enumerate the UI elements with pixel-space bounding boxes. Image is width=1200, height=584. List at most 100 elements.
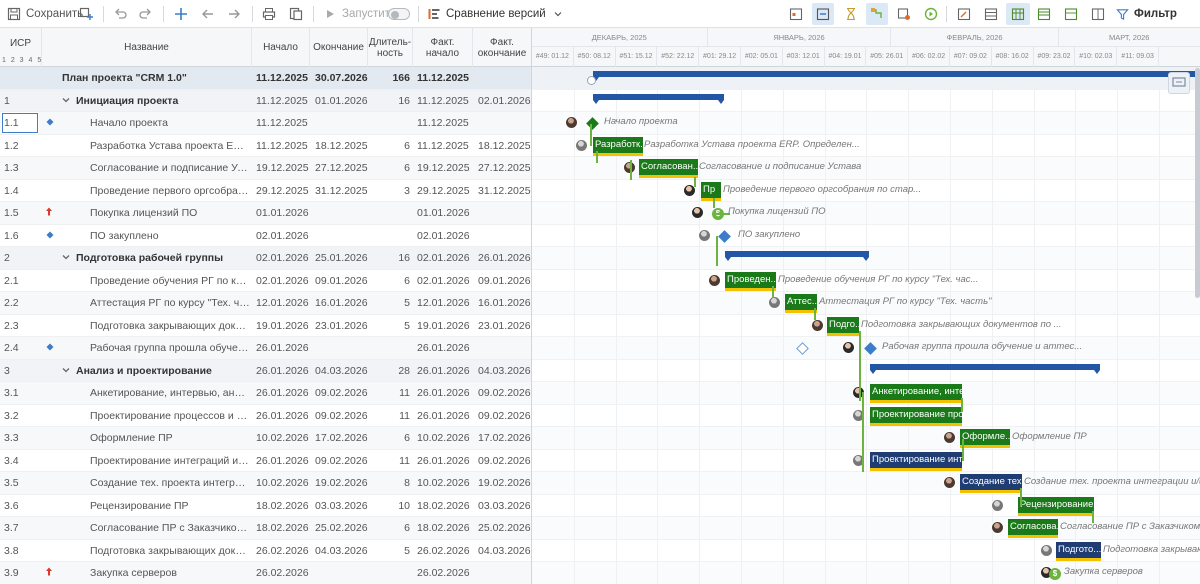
cell-dur[interactable]: 10 (368, 495, 410, 517)
table-row[interactable]: 3.4 Проектирование интеграций и миг... 26.… (0, 450, 531, 472)
cell-fend[interactable]: 09.02.2026 (478, 450, 531, 472)
cell-wbs[interactable]: 1 (4, 90, 42, 112)
task-bar[interactable]: Проведен... (725, 271, 776, 291)
cell-fend[interactable] (478, 67, 531, 89)
cell-fend[interactable]: 09.01.2026 (478, 270, 531, 292)
table-row[interactable]: 1.4 Проведение первого оргсобрания ... 29.… (0, 180, 531, 202)
summary-bar-analysis[interactable] (870, 363, 1100, 374)
cell-fstart[interactable]: 26.01.2026 (417, 405, 473, 427)
table-row[interactable]: План проекта "CRM 1.0" 11.12.2025 30.07.20… (0, 67, 531, 90)
cell-wbs[interactable] (4, 67, 42, 89)
table-row[interactable]: 3.6 Рецензирование ПР 18.02.2026 03.03.2026… (0, 495, 531, 517)
cell-start[interactable]: 02.01.2026 (256, 270, 310, 292)
cell-dur[interactable]: 6 (368, 270, 410, 292)
cell-wbs[interactable]: 3.9 (4, 562, 42, 584)
column-header-start[interactable]: Начало (252, 28, 310, 67)
cell-fstart[interactable]: 26.02.2026 (417, 562, 473, 584)
cell-name[interactable]: Подготовка рабочей группы (76, 247, 250, 269)
assignee-avatar[interactable] (943, 476, 956, 489)
table-row[interactable]: 1.5 Покупка лицензий ПО 01.01.2026 01.01.20… (0, 202, 531, 225)
purchase-icon[interactable]: $ (1049, 568, 1061, 580)
cell-start[interactable]: 11.12.2025 (256, 67, 310, 89)
task-bar[interactable]: Пр (701, 181, 721, 201)
cell-end[interactable]: 30.07.2026 (315, 67, 368, 89)
cell-start[interactable]: 10.02.2026 (256, 472, 310, 494)
cell-end[interactable]: 01.01.2026 (315, 90, 368, 112)
cell-start[interactable]: 01.01.2026 (256, 202, 310, 224)
cell-wbs[interactable]: 2.4 (4, 337, 42, 359)
table-row[interactable]: 3.5 Создание тех. проекта интеграции ... 1… (0, 472, 531, 495)
cell-fstart[interactable]: 26.01.2026 (417, 337, 473, 359)
cell-fstart[interactable]: 29.12.2025 (417, 180, 473, 202)
table-row[interactable]: 2 Подготовка рабочей группы 02.01.2026 25.0… (0, 247, 531, 270)
assignee-avatar[interactable] (575, 138, 588, 152)
cell-end[interactable]: 04.03.2026 (315, 540, 368, 562)
task-bar[interactable]: Согласова... (1008, 519, 1058, 538)
cell-fend[interactable]: 16.01.2026 (478, 292, 531, 314)
grid-month-button[interactable] (1033, 3, 1055, 25)
cell-fend[interactable]: 25.02.2026 (478, 517, 531, 539)
outline-levels[interactable]: 1 2 3 4 5 (2, 57, 43, 64)
cell-start[interactable]: 18.02.2026 (256, 517, 310, 539)
cell-end[interactable]: 25.02.2026 (315, 517, 368, 539)
cell-end[interactable] (315, 562, 368, 584)
cell-name[interactable]: Начало проекта (90, 112, 250, 134)
cell-name[interactable]: Оформление ПР (90, 427, 250, 449)
indent-button[interactable] (226, 3, 242, 25)
cell-end[interactable]: 17.02.2026 (315, 427, 368, 449)
cell-name[interactable]: Рецензирование ПР (90, 495, 250, 517)
assignee-avatar[interactable] (1040, 543, 1053, 557)
cell-fend[interactable]: 23.01.2026 (478, 315, 531, 337)
cell-fend[interactable]: 27.12.2025 (478, 157, 531, 179)
cell-wbs[interactable]: 3.5 (4, 472, 42, 494)
cell-end[interactable]: 19.02.2026 (315, 472, 368, 494)
task-bar[interactable]: Согласован... (639, 159, 698, 178)
cell-fstart[interactable]: 26.01.2026 (417, 382, 473, 404)
cell-name[interactable]: Согласование ПР с Заказчиком и д... (90, 517, 250, 539)
cell-end[interactable]: 31.12.2025 (315, 180, 368, 202)
cell-end[interactable]: 09.02.2026 (315, 382, 368, 404)
summary-bar-initiation[interactable] (593, 93, 724, 104)
cell-fend[interactable]: 18.12.2025 (478, 135, 531, 157)
grid-year-button[interactable] (1060, 3, 1082, 25)
cell-fstart[interactable]: 11.12.2025 (417, 135, 473, 157)
table-row[interactable]: 1.3 Согласование и подписание Устава 19.12… (0, 157, 531, 180)
cell-fstart[interactable]: 26.01.2026 (417, 360, 473, 382)
cell-start[interactable]: 18.02.2026 (256, 495, 310, 517)
cell-start[interactable]: 11.12.2025 (256, 135, 310, 157)
cell-fstart[interactable]: 12.01.2026 (417, 292, 473, 314)
cell-fstart[interactable]: 01.01.2026 (417, 202, 473, 224)
cell-end[interactable]: 04.03.2026 (315, 360, 368, 382)
cell-dur[interactable]: 5 (368, 292, 410, 314)
cell-name[interactable]: Аттестация РГ по курсу "Тех. часть" (90, 292, 250, 314)
assignee-avatar[interactable] (943, 431, 956, 444)
table-row[interactable]: 1.1 Начало проекта 11.12.2025 11.12.2025 (0, 112, 531, 135)
cell-wbs[interactable]: 3.7 (4, 517, 42, 539)
redo-button[interactable] (138, 3, 154, 25)
cell-name[interactable]: Инициация проекта (76, 90, 250, 112)
cell-dur[interactable] (368, 225, 410, 247)
cell-dur[interactable]: 6 (368, 517, 410, 539)
cell-name[interactable]: Проведение обучения РГ по курсу "... (90, 270, 250, 292)
assignee-avatar[interactable] (991, 521, 1004, 534)
cell-name[interactable]: Покупка лицензий ПО (90, 202, 250, 224)
cell-wbs[interactable]: 1.2 (4, 135, 42, 157)
run-toggle[interactable] (388, 3, 410, 25)
columns-button[interactable] (1087, 3, 1109, 25)
cell-fend[interactable]: 09.02.2026 (478, 405, 531, 427)
task-bar[interactable]: Создание тех... (960, 474, 1022, 493)
cell-dur[interactable]: 6 (368, 135, 410, 157)
cell-end[interactable]: 09.02.2026 (315, 405, 368, 427)
cell-wbs[interactable]: 1.1 (1, 112, 39, 134)
cell-dur[interactable]: 166 (368, 67, 410, 89)
cell-start[interactable]: 19.12.2025 (256, 157, 310, 179)
cell-name[interactable]: Проведение первого оргсобрания ... (90, 180, 250, 202)
cell-fend[interactable] (478, 225, 531, 247)
cell-end[interactable] (315, 112, 368, 134)
cell-start[interactable]: 02.01.2026 (256, 225, 310, 247)
cell-name[interactable]: Рабочая группа прошла обучение ... (90, 337, 250, 359)
task-bar[interactable]: Оформле... (960, 429, 1010, 448)
cell-dur[interactable] (368, 337, 410, 359)
vertical-scrollbar[interactable] (1195, 68, 1200, 298)
column-header-duration[interactable]: Длитель- ность (368, 28, 413, 67)
